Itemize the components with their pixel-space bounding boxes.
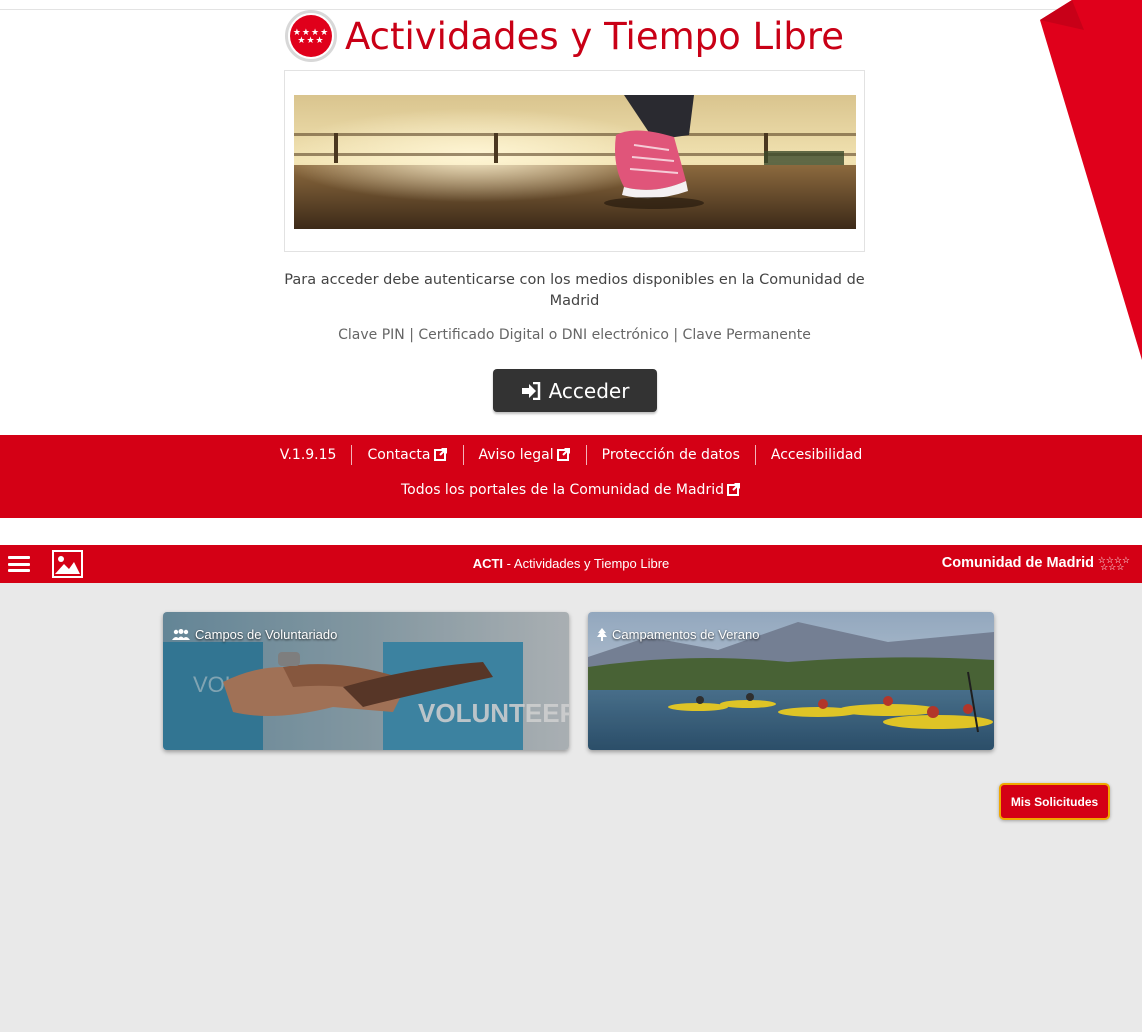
- portals-link[interactable]: Todos los portales de la Comunidad de Ma…: [401, 482, 741, 498]
- footer: V.1.9.15 Contacta Aviso legal Protección…: [0, 435, 1142, 518]
- auth-methods: Clave PIN | Certificado Digital o DNI el…: [338, 327, 811, 343]
- legal-link[interactable]: Aviso legal: [464, 447, 586, 463]
- users-icon: [172, 628, 190, 640]
- hero-image: [294, 95, 856, 229]
- card-label-text: Campos de Voluntariado: [195, 627, 338, 642]
- app-header: ACTI - Actividades y Tiempo Libre Comuni…: [0, 545, 1142, 583]
- external-link-icon: [556, 448, 570, 461]
- sign-in-icon: [521, 381, 540, 400]
- version-label: V.1.9.15: [279, 447, 337, 463]
- stars-logo-icon: ☆☆☆☆ ☆☆☆: [1097, 555, 1130, 572]
- external-link-icon: [726, 483, 740, 496]
- page-title: Actividades y Tiempo Libre: [345, 14, 845, 58]
- brand-header: ★★★★ ★★★ Actividades y Tiempo Libre: [285, 10, 844, 62]
- app-title-text: - Actividades y Tiempo Libre: [503, 556, 670, 571]
- card-campamentos-verano[interactable]: Campamentos de Verano: [588, 612, 994, 750]
- card-label-text: Campamentos de Verano: [612, 627, 760, 642]
- tree-icon: [597, 628, 607, 641]
- legal-label: Aviso legal: [478, 447, 554, 463]
- login-button-label: Acceder: [548, 378, 630, 403]
- card-label: Campos de Voluntariado: [172, 627, 337, 642]
- login-button[interactable]: Acceder: [493, 369, 657, 412]
- organization-name: Comunidad de Madrid: [941, 555, 1094, 571]
- external-link-icon: [433, 448, 447, 461]
- card-campos-voluntariado[interactable]: VOL VOLUNTEER Campos de Voluntariado: [163, 612, 569, 750]
- privacy-link[interactable]: Protección de datos: [587, 447, 755, 463]
- login-screen: ★★★★ ★★★ Actividades y Tiempo Libre Para…: [0, 0, 1142, 520]
- app-acronym: ACTI: [472, 556, 504, 571]
- contact-label: Contacta: [367, 447, 431, 463]
- app-screen: ACTI - Actividades y Tiempo Libre Comuni…: [0, 545, 1142, 1032]
- my-requests-button[interactable]: Mis Solicitudes: [999, 783, 1110, 820]
- accessibility-link[interactable]: Accesibilidad: [756, 447, 877, 463]
- auth-message: Para acceder debe autenticarse con los m…: [284, 272, 865, 309]
- hero-image-frame: [284, 70, 865, 252]
- decorative-red-shape: [1040, 0, 1142, 360]
- comunidad-logo-icon: ★★★★ ★★★: [285, 10, 337, 62]
- card-label: Campamentos de Verano: [597, 627, 759, 642]
- portals-label: Todos los portales de la Comunidad de Ma…: [401, 482, 724, 498]
- contact-link[interactable]: Contacta: [352, 447, 462, 463]
